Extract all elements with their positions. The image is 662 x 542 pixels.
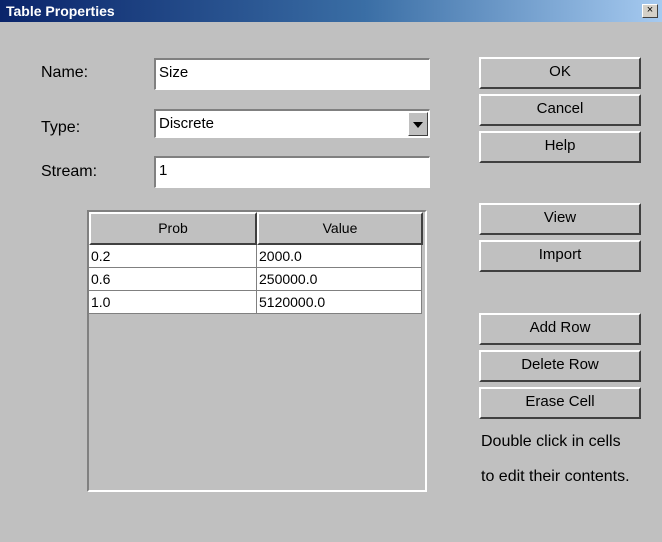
title-bar[interactable]: Table Properties × (0, 0, 662, 22)
table-cell-prob[interactable]: 1.0 (89, 291, 257, 314)
import-button[interactable]: Import (479, 240, 641, 272)
chevron-down-icon[interactable] (408, 112, 428, 136)
hint-text-line1: Double click in cells (481, 433, 621, 450)
delete-row-button[interactable]: Delete Row (479, 350, 641, 382)
name-field[interactable]: Size (154, 58, 430, 90)
erase-cell-button[interactable]: Erase Cell (479, 387, 641, 419)
table-cell-value[interactable]: 5120000.0 (257, 291, 422, 314)
window-title: Table Properties (6, 3, 115, 19)
stream-label: Stream: (41, 163, 98, 180)
name-label: Name: (41, 64, 89, 81)
table-cell-prob[interactable]: 0.2 (89, 245, 257, 268)
table-cell-value[interactable]: 2000.0 (257, 245, 422, 268)
data-table[interactable]: Prob Value 0.2 2000.0 0.6 250000.0 1.0 5… (87, 210, 427, 492)
type-select-value: Discrete (159, 115, 215, 132)
table-row[interactable]: 1.0 5120000.0 (89, 291, 422, 314)
stream-field[interactable]: 1 (154, 156, 430, 188)
cancel-button[interactable]: Cancel (479, 94, 641, 126)
type-label: Type: (41, 119, 81, 136)
hint-text-line2: to edit their contents. (481, 468, 630, 485)
table-row[interactable]: 0.2 2000.0 (89, 245, 422, 268)
column-header-value[interactable]: Value (257, 212, 423, 245)
add-row-button[interactable]: Add Row (479, 313, 641, 345)
ok-button[interactable]: OK (479, 57, 641, 89)
view-button[interactable]: View (479, 203, 641, 235)
close-icon[interactable]: × (642, 4, 658, 18)
column-header-prob[interactable]: Prob (89, 212, 257, 245)
table-cell-value[interactable]: 250000.0 (257, 268, 422, 291)
help-button[interactable]: Help (479, 131, 641, 163)
type-select[interactable]: Discrete (154, 109, 430, 138)
table-cell-prob[interactable]: 0.6 (89, 268, 257, 291)
table-row[interactable]: 0.6 250000.0 (89, 268, 422, 291)
table-properties-dialog: Table Properties × Name: Size Type: Disc… (0, 0, 662, 542)
